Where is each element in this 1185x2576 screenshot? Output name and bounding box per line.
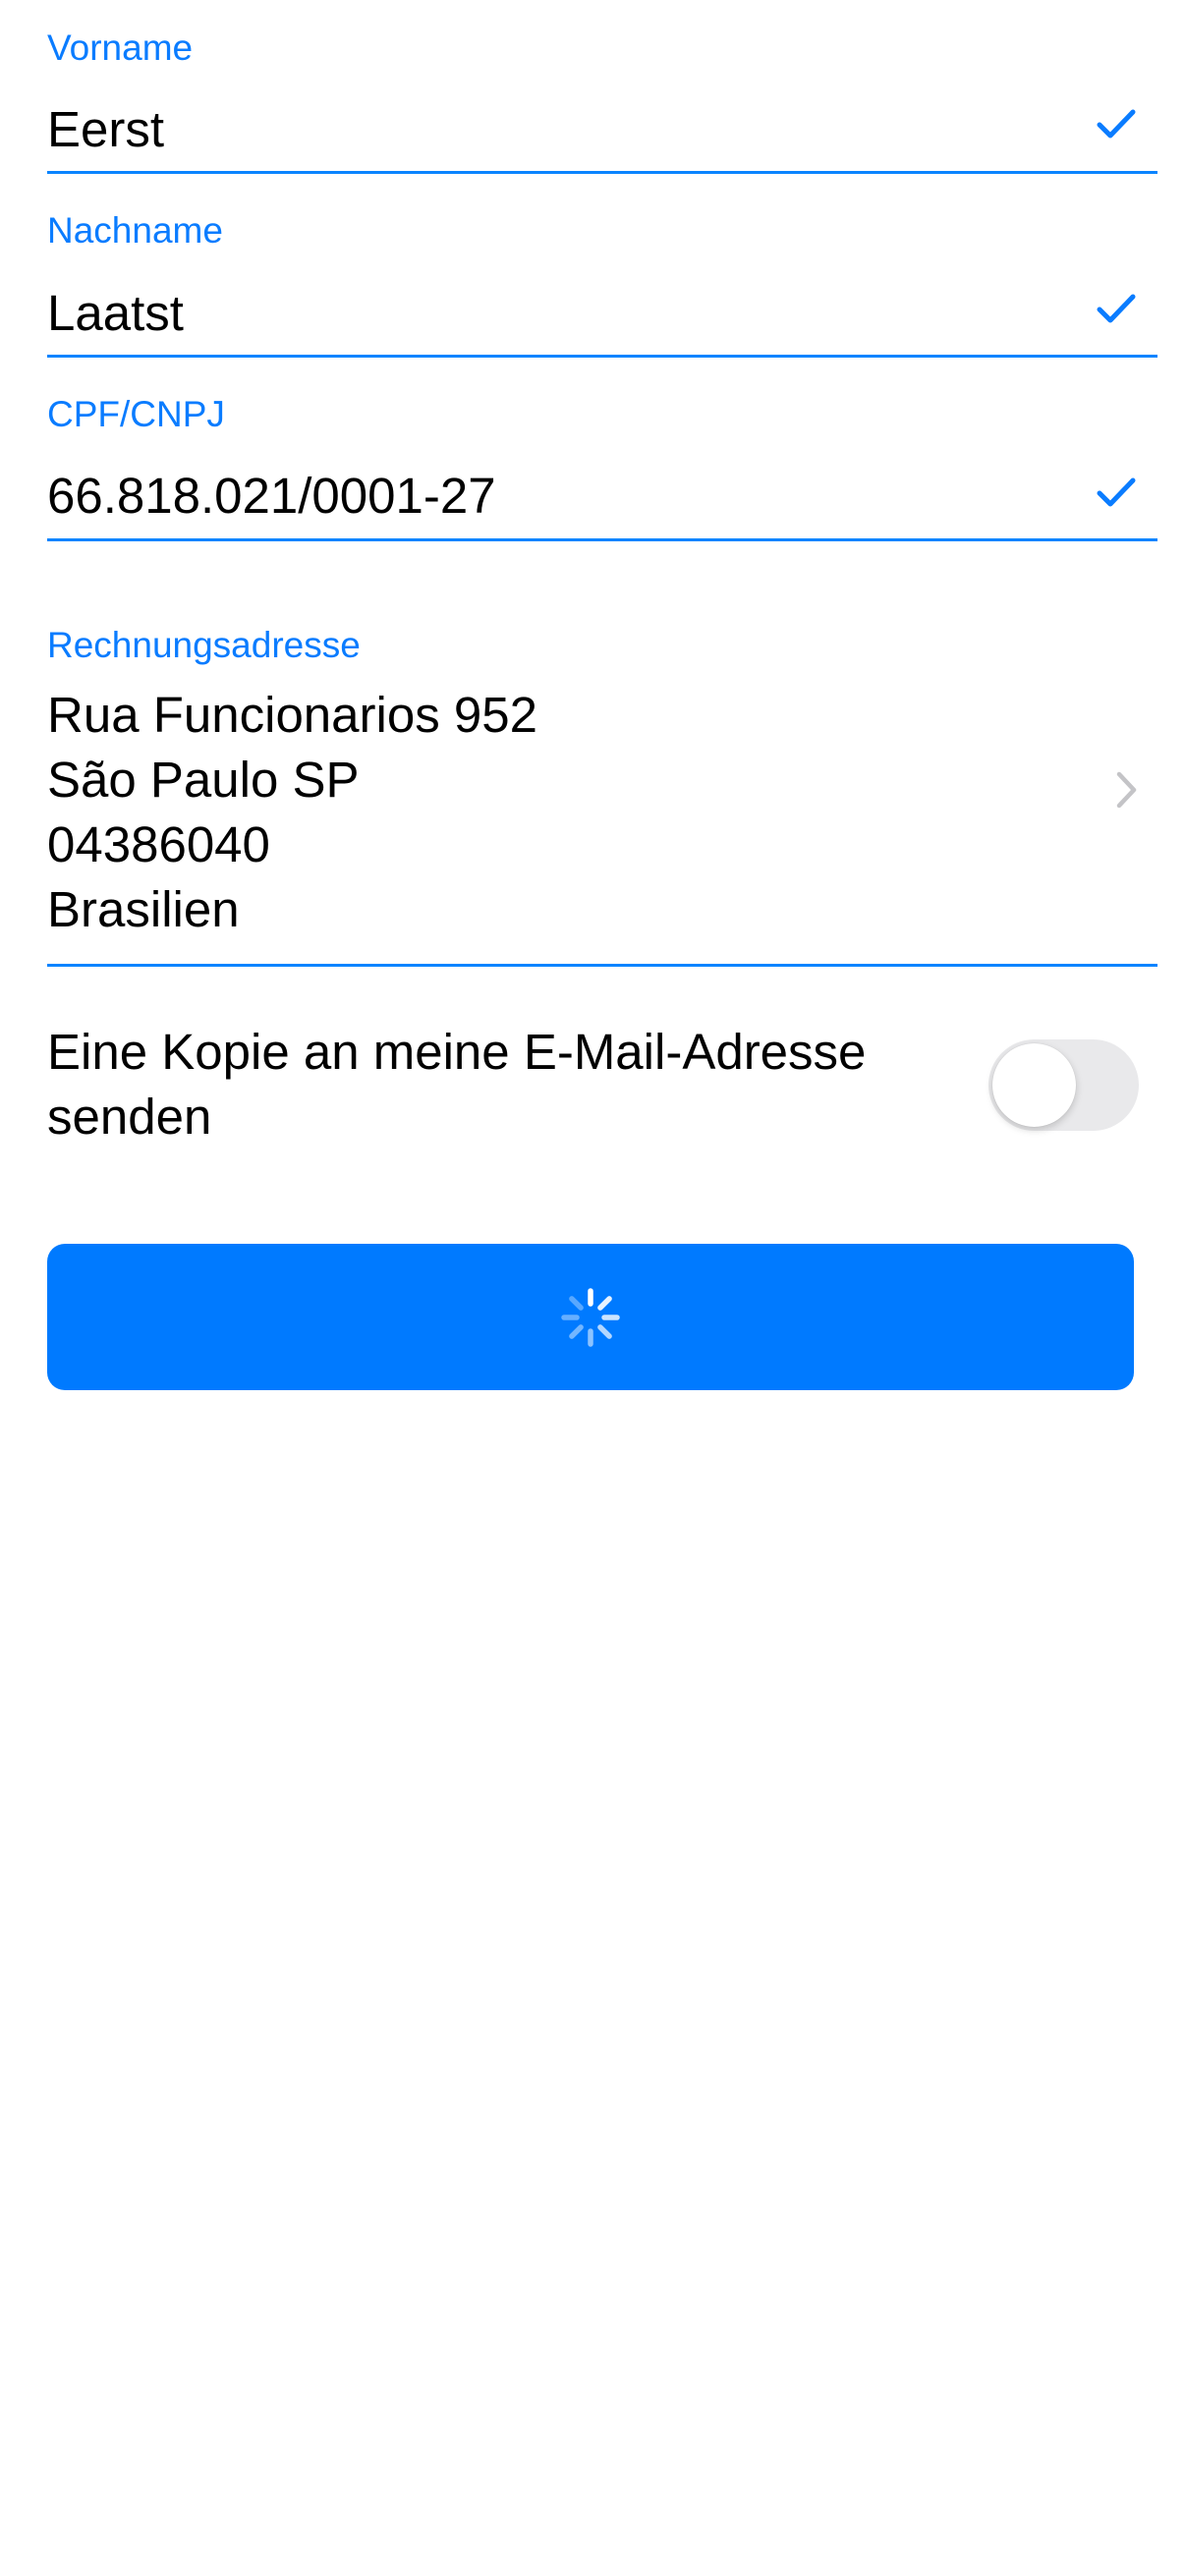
address-line-postal-code: 04386040 [47, 816, 270, 872]
first-name-value[interactable]: Eerst [47, 104, 164, 154]
billing-address-label: Rechnungsadresse [47, 625, 361, 665]
address-line-street: Rua Funcionarios 952 [47, 687, 537, 743]
first-name-field[interactable]: Vorname Eerst [47, 0, 1157, 174]
tax-id-value[interactable]: 66.818.021/0001-27 [47, 471, 496, 521]
address-line-city: São Paulo SP [47, 752, 360, 808]
billing-address-value: Rua Funcionarios 952 São Paulo SP 043860… [47, 683, 537, 942]
tax-id-label: CPF/CNPJ [47, 394, 225, 434]
address-line-country: Brasilien [47, 881, 240, 937]
email-copy-label: Eine Kopie an meine E-Mail-Adresse sende… [47, 1024, 867, 1145]
billing-address-field[interactable]: Rechnungsadresse Rua Funcionarios 952 Sã… [47, 624, 1157, 967]
tax-id-field[interactable]: CPF/CNPJ 66.818.021/0001-27 [47, 355, 1157, 541]
chevron-right-icon[interactable] [1116, 771, 1138, 809]
spinner-icon [561, 1287, 620, 1347]
checkmark-icon [1097, 109, 1136, 139]
last-name-field[interactable]: Nachname Laatst [47, 171, 1157, 358]
email-copy-toggle[interactable] [988, 1039, 1139, 1131]
last-name-label: Nachname [47, 210, 223, 251]
submit-button[interactable] [47, 1244, 1134, 1390]
last-name-value[interactable]: Laatst [47, 288, 184, 338]
first-name-label: Vorname [47, 28, 194, 68]
checkmark-icon [1097, 294, 1136, 323]
checkmark-icon [1097, 477, 1136, 507]
toggle-knob [992, 1043, 1076, 1127]
